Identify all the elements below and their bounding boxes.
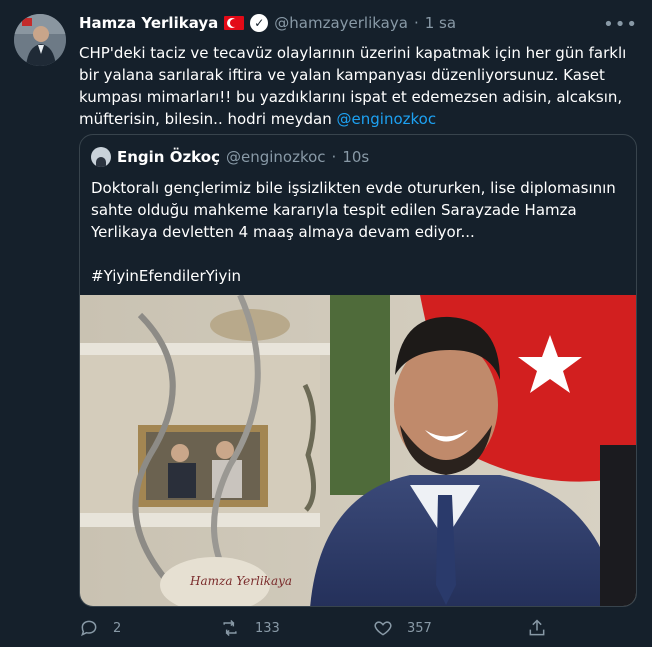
share-button[interactable]	[527, 618, 561, 638]
tweet-header: Hamza Yerlikaya ✓ @hamzayerlikaya · 1 sa	[79, 14, 456, 32]
quoted-text: Doktoralı gençlerimiz bile işsizlikten e…	[91, 179, 616, 241]
like-count: 357	[407, 620, 432, 636]
quoted-author-name[interactable]: Engin Özkoç	[117, 148, 220, 166]
tweet-actions: 2 133 357	[79, 618, 639, 642]
tweet-text: CHP'deki taciz ve tecavüz olaylarının üz…	[79, 42, 634, 130]
like-button[interactable]: 357	[373, 618, 432, 638]
quoted-time[interactable]: 10s	[342, 148, 369, 166]
quoted-tweet[interactable]: Engin Özkoç @enginozkoc · 10s Doktoralı …	[79, 134, 637, 607]
retweet-count: 133	[255, 620, 280, 636]
turkey-flag-icon	[224, 16, 245, 30]
retweet-button[interactable]: 133	[219, 618, 280, 638]
quoted-header: Engin Özkoç @enginozkoc · 10s	[91, 147, 369, 167]
more-options-icon[interactable]: •••	[603, 14, 638, 35]
reply-icon	[81, 620, 97, 637]
retweet-icon	[223, 619, 237, 637]
quoted-avatar[interactable]	[91, 147, 111, 167]
time-separator: ·	[413, 14, 419, 32]
tweet[interactable]: Hamza Yerlikaya ✓ @hamzayerlikaya · 1 sa…	[0, 0, 652, 647]
hashtag[interactable]: #YiyinEfendilerYiyin	[91, 265, 241, 287]
tweet-time[interactable]: 1 sa	[425, 14, 456, 32]
author-avatar[interactable]	[14, 14, 66, 66]
author-name[interactable]: Hamza Yerlikaya	[79, 14, 218, 32]
reply-count: 2	[113, 620, 122, 636]
reply-button[interactable]: 2	[79, 618, 121, 638]
heart-icon	[374, 621, 392, 636]
quoted-photo[interactable]: Hamza Yerlikaya	[80, 293, 636, 606]
share-icon	[529, 619, 545, 636]
quoted-author-handle[interactable]: @enginozkoc	[226, 148, 326, 166]
photo-plate-text: Hamza Yerlikaya	[189, 574, 292, 588]
quoted-time-separator: ·	[331, 148, 337, 166]
author-handle[interactable]: @hamzayerlikaya	[274, 14, 408, 32]
check-badge-icon: ✓	[250, 14, 269, 32]
mention-link[interactable]: @enginozkoc	[337, 110, 437, 128]
